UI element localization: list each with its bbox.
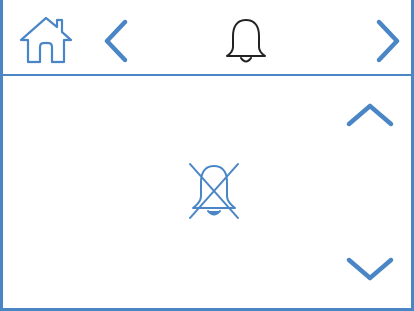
- home-icon: [19, 16, 73, 64]
- scroll-up-button[interactable]: [343, 98, 397, 132]
- chevron-up-icon: [346, 103, 394, 127]
- home-button[interactable]: [17, 14, 75, 66]
- next-button[interactable]: [369, 18, 405, 64]
- chevron-right-icon: [376, 19, 400, 63]
- previous-button[interactable]: [99, 18, 135, 64]
- scroll-down-button[interactable]: [343, 252, 397, 286]
- muted-status-indicator: [183, 158, 245, 224]
- chevron-down-icon: [346, 257, 394, 281]
- notification-screen: [0, 0, 414, 311]
- bell-icon: [226, 19, 266, 63]
- chevron-left-icon: [104, 19, 128, 63]
- header-bar: [3, 0, 411, 76]
- bell-title-indicator: [221, 14, 271, 68]
- bell-off-icon: [189, 163, 239, 219]
- content-area: [3, 76, 411, 308]
